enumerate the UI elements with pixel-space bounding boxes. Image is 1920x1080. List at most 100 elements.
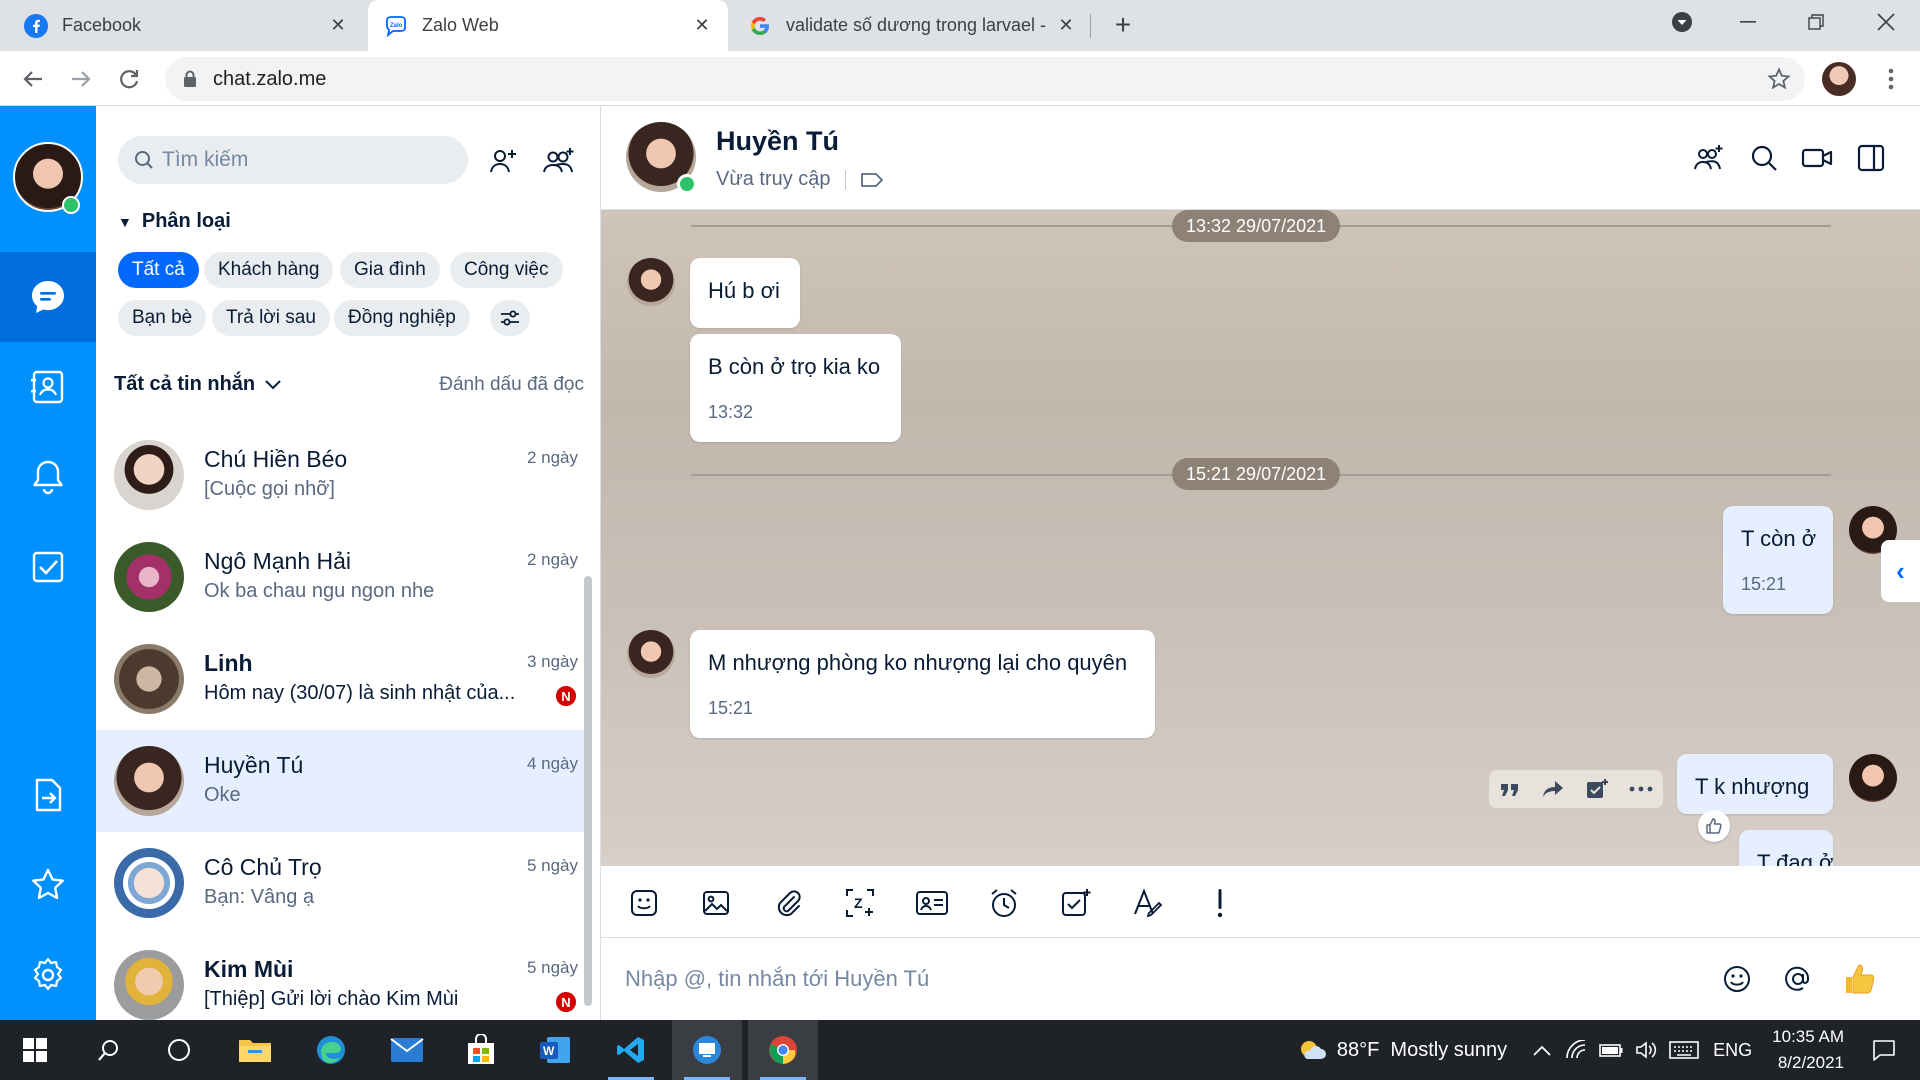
chip-friends[interactable]: Bạn bè [118,300,207,336]
video-call-button[interactable] [1799,140,1835,176]
keyboard-icon[interactable] [1669,1040,1699,1060]
more-options-icon[interactable] [1629,786,1653,792]
taskbar-chrome[interactable] [748,1020,818,1080]
message-bubble[interactable]: M nhượng phòng ko nhượng lại cho quyên 1… [690,630,1155,738]
emoji-button[interactable] [1718,960,1756,998]
sidebar-item-starred[interactable] [0,840,96,930]
avatar[interactable] [627,630,675,678]
avatar[interactable] [627,258,675,306]
add-friend-button[interactable] [486,144,520,178]
chip-reply-later[interactable]: Trả lời sau [212,300,330,336]
sidebar-item-contacts[interactable] [0,342,96,432]
message-input[interactable] [625,958,1665,1000]
wifi-icon[interactable] [1565,1040,1587,1060]
clock[interactable]: 10:35 AM 8/2/2021 [1772,1024,1844,1076]
sidebar-item-settings[interactable] [0,930,96,1020]
back-button[interactable] [16,62,50,96]
tab-google[interactable]: validate số dương trong larvael - ✕ [732,0,1092,51]
profile-avatar[interactable] [1822,62,1856,96]
search-box[interactable] [118,136,468,184]
taskbar-vscode[interactable] [596,1020,666,1080]
new-tab-button[interactable]: + [1108,9,1138,40]
forward-button[interactable] [64,62,98,96]
message-bubble[interactable]: T còn ở 15:21 [1723,506,1833,614]
sticker-button[interactable] [625,884,663,922]
quick-like-button[interactable] [1841,960,1879,998]
add-task-icon[interactable] [1585,778,1609,800]
sidebar-item-cloud-files[interactable] [0,750,96,840]
forward-icon[interactable] [1541,779,1565,799]
conversation-item[interactable]: Ngô Mạnh Hải Ok ba chau ngu ngon nhe 2 n… [96,526,584,628]
weather-sun-icon[interactable] [1297,1037,1327,1063]
category-header[interactable]: ▼ Phân loại [118,210,231,233]
text-format-button[interactable] [1129,884,1167,922]
tab-close-icon[interactable]: ✕ [326,14,350,38]
volume-icon[interactable] [1635,1040,1657,1060]
screenshot-button[interactable]: Z [841,884,879,922]
conversation-item[interactable]: Huyền Tú Oke 4 ngày [96,730,584,832]
all-messages-dropdown[interactable]: Tất cả tin nhắn [114,373,281,396]
quote-reply-icon[interactable] [1499,780,1521,798]
message-bubble[interactable]: B còn ở trọ kia ko 13:32 [690,334,901,442]
reminder-button[interactable] [985,884,1023,922]
taskbar-mail[interactable] [372,1020,442,1080]
conversation-item[interactable]: Cô Chủ Trọ Bạn: Vâng ạ 5 ngày [96,832,584,934]
expand-side-panel-button[interactable]: ‹ [1881,540,1920,602]
avatar[interactable] [1849,754,1897,802]
restore-button[interactable] [1788,0,1844,44]
toggle-info-panel-button[interactable] [1853,140,1889,176]
taskbar-remote-desktop[interactable] [672,1020,742,1080]
search-input[interactable] [162,148,442,172]
tab-close-icon[interactable]: ✕ [1054,14,1078,38]
conversation-item[interactable]: Linh Hôm nay (30/07) là sinh nhật của...… [96,628,584,730]
chat-contact-name[interactable]: Huyền Tú [716,126,839,157]
conversation-scrollbar[interactable] [584,576,592,1006]
taskbar-file-explorer[interactable] [220,1020,290,1080]
chip-work[interactable]: Công việc [450,252,563,288]
tab-search-button[interactable] [1654,0,1710,44]
message-bubble[interactable]: T k nhượng [1677,754,1833,814]
sidebar-item-notifications[interactable] [0,432,96,522]
taskbar-store[interactable] [446,1020,516,1080]
taskbar-edge[interactable] [296,1020,366,1080]
close-window-button[interactable] [1858,0,1914,44]
battery-icon[interactable] [1599,1042,1623,1058]
tag-icon[interactable] [860,172,884,188]
chip-all[interactable]: Tất cả [118,252,199,288]
taskbar-search-button[interactable] [74,1020,144,1080]
mention-button[interactable] [1779,960,1817,998]
add-to-group-button[interactable] [1691,140,1727,176]
message-bubble[interactable]: Hú b ơi [690,258,800,328]
weather-text[interactable]: 88°F Mostly sunny [1337,1039,1507,1062]
notification-center-icon[interactable] [1872,1039,1896,1061]
message-bubble[interactable]: T đag ở [1739,830,1833,866]
chip-family[interactable]: Gia đình [340,252,440,288]
menu-kebab-icon[interactable] [1874,62,1908,96]
tab-zalo[interactable]: Zalo Zalo Web ✕ [368,0,728,51]
send-image-button[interactable] [697,884,735,922]
task-view-button[interactable] [144,1020,214,1080]
chip-settings-button[interactable] [490,300,530,336]
chip-colleagues[interactable]: Đồng nghiệp [334,300,470,336]
create-group-button[interactable] [542,144,576,178]
start-button[interactable] [0,1020,70,1080]
assign-task-button[interactable] [1057,884,1095,922]
chip-customers[interactable]: Khách hàng [204,252,334,288]
send-contact-card-button[interactable] [913,884,951,922]
react-like-button[interactable] [1698,810,1730,842]
tab-facebook[interactable]: Facebook ✕ [8,0,364,51]
tab-close-icon[interactable]: ✕ [690,14,714,38]
address-bar[interactable]: chat.zalo.me [165,57,1805,101]
search-message-button[interactable] [1746,140,1782,176]
attach-file-button[interactable] [769,884,807,922]
sidebar-item-todo[interactable] [0,522,96,612]
chevron-up-icon[interactable] [1533,1044,1551,1056]
minimize-button[interactable] [1720,0,1776,44]
taskbar-word[interactable]: W [520,1020,590,1080]
bookmark-star-icon[interactable] [1762,62,1796,96]
conversation-item[interactable]: Chú Hiền Béo [Cuộc gọi nhỡ] 2 ngày [96,424,584,526]
mark-urgent-button[interactable] [1201,884,1239,922]
mark-all-read-link[interactable]: Đánh dấu đã đọc [439,374,584,396]
message-list[interactable]: 13:32 29/07/2021 Hú b ơi B còn ở trọ kia… [601,210,1920,866]
sidebar-item-messages[interactable] [0,252,96,342]
